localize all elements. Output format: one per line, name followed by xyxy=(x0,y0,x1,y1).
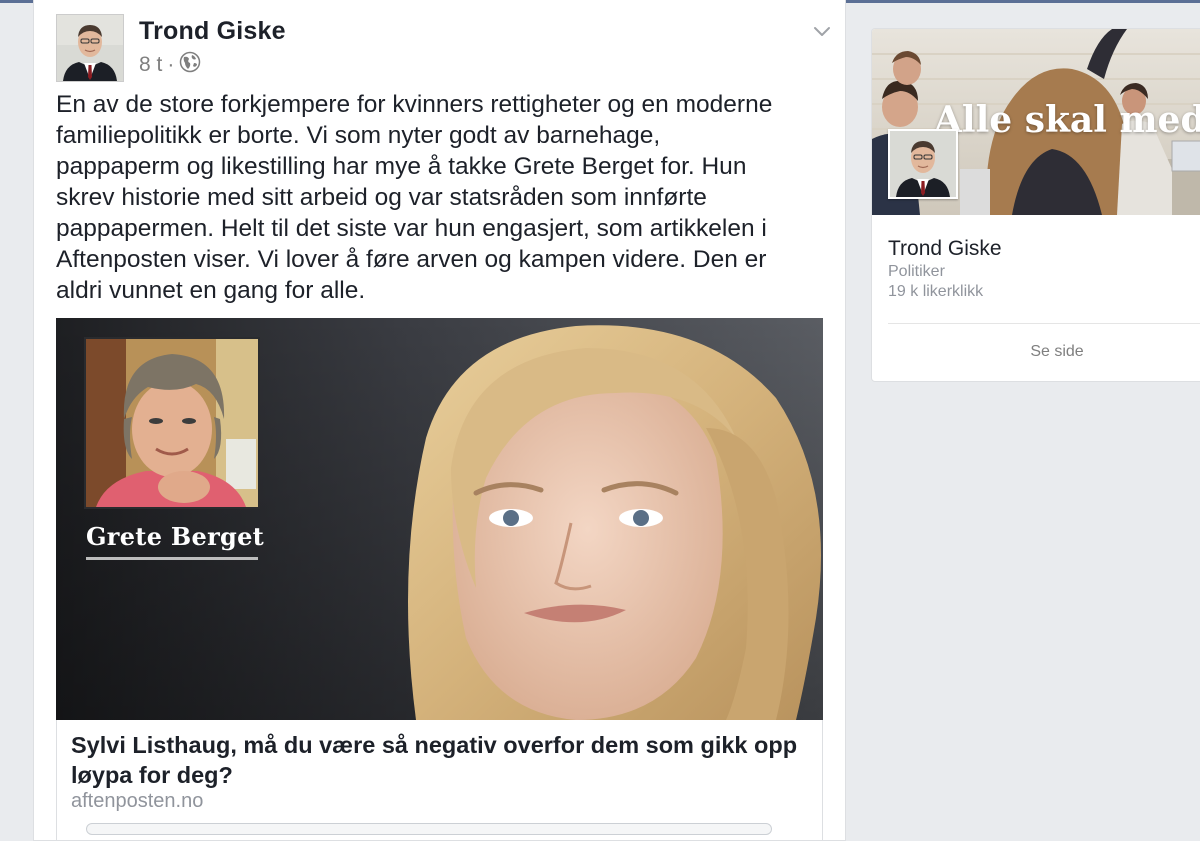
comment-input-edge[interactable] xyxy=(86,823,772,835)
chevron-down-icon[interactable] xyxy=(811,20,833,42)
link-preview-image[interactable]: Grete Berget xyxy=(56,318,823,720)
inset-caption-name: Grete Berget xyxy=(86,522,265,551)
page-avatar[interactable] xyxy=(888,129,958,199)
author-avatar[interactable] xyxy=(56,14,124,82)
feed-post: Trond Giske 8 t · En av de store forkjem… xyxy=(33,0,846,841)
post-timestamp[interactable]: 8 t xyxy=(139,53,162,77)
page-category: Politiker xyxy=(888,263,945,280)
meta-separator: · xyxy=(167,53,175,76)
post-body-text: En av de store forkjempere for kvinners … xyxy=(56,91,773,304)
card-divider xyxy=(888,323,1200,324)
page-name[interactable]: Trond Giske xyxy=(888,237,1002,261)
link-title[interactable]: Sylvi Listhaug, må du være så negativ ov… xyxy=(71,730,811,790)
inset-portrait xyxy=(86,339,258,507)
link-domain: aftenposten.no xyxy=(71,790,204,812)
post-author-name[interactable]: Trond Giske xyxy=(139,17,286,46)
post-header: Trond Giske 8 t · xyxy=(56,14,845,84)
page-like-count: 19 k likerklikk xyxy=(888,283,984,300)
see-page-button[interactable]: Se side xyxy=(872,343,1200,361)
inset-caption-underline xyxy=(86,557,258,560)
cover-slogan: Alle skal med. xyxy=(934,99,1200,141)
page-info-card: Alle skal med. Trond Giske Politiker 19 … xyxy=(871,28,1200,382)
post-meta: 8 t · xyxy=(139,51,201,79)
globe-icon xyxy=(179,51,201,79)
page-cover-photo[interactable]: Alle skal med. xyxy=(872,29,1200,215)
